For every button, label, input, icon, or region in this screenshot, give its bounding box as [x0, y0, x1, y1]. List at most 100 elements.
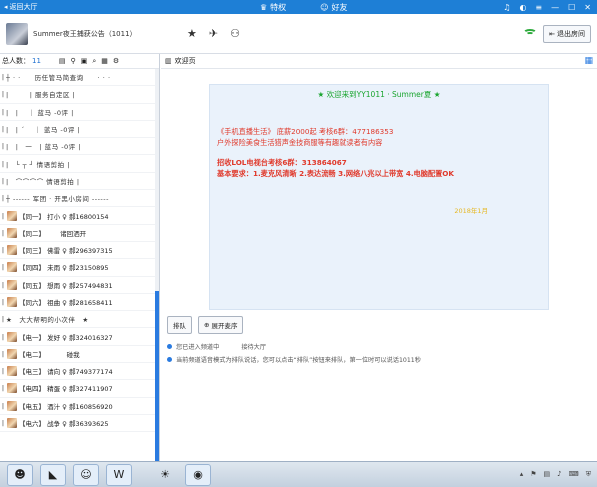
close-button[interactable]: ✕ — [584, 3, 591, 12]
search-icon[interactable]: ⌕ — [92, 57, 96, 66]
user-list-item[interactable]: | ★ 大大帮明的小次伴 ★ — [0, 311, 155, 329]
scrollbar-thumb[interactable] — [155, 291, 159, 461]
user-list-item-label: 【同六】 祖曲 ♀ 郝281658411 — [19, 299, 113, 307]
tray-flag-icon[interactable]: ⚑ — [530, 470, 536, 479]
taskbar-browser-icon[interactable]: ◣ — [40, 463, 66, 486]
tree-line-icon: | — [1, 401, 5, 410]
info-dot-icon — [167, 357, 172, 362]
tree-line-icon: | — [1, 246, 5, 255]
crown-icon: ♛ — [260, 2, 268, 12]
tree-line-icon: | — [1, 419, 5, 428]
message-channel: 接待大厅 — [241, 344, 267, 351]
user-list-item[interactable]: | 【电一】 发好 ♀ 郝324016327 — [0, 328, 155, 346]
lock-icon[interactable]: ▣ — [81, 57, 88, 66]
airplane-icon[interactable]: ✈ — [209, 27, 218, 40]
announcement-block-2: 招收LOL电视台考核6群：313864067 基本要求：1.麦克风清晰 2.表达… — [217, 157, 548, 179]
menu-icon[interactable]: ≡ — [535, 3, 542, 12]
nav-friends[interactable]: ☺ 好友 — [320, 2, 347, 13]
user-list-item-label: 【电四】 精蛋 ♀ 郝327411907 — [19, 385, 113, 394]
tray-network-icon[interactable]: ▤ — [544, 470, 551, 479]
expand-mic-order-label: 展开麦序 — [211, 322, 238, 330]
user-list-item[interactable]: | ┼ ------ 军团 · 开黑小房间 ------ — [0, 190, 155, 208]
tray-up-arrow-icon[interactable]: ▴ — [520, 470, 524, 479]
grid-icon[interactable]: ▦ — [101, 57, 108, 66]
settings-icon[interactable]: ⚙ — [113, 57, 119, 66]
user-avatar — [7, 383, 17, 394]
back-to-hall-button[interactable]: ◂ 返回大厅 — [0, 2, 120, 12]
list-view-icon[interactable]: ▤ — [59, 57, 66, 66]
user-list-item[interactable]: | 【电四】 精蛋 ♀ 郝327411907 — [0, 380, 155, 398]
exit-room-label: 退出房间 — [557, 29, 585, 38]
user-list-item-label: 【电二】 碰我 — [19, 350, 80, 359]
location-icon[interactable]: ⚲ — [71, 57, 76, 66]
user-list-item[interactable]: | | | ｜ 蓝马 -0评 | — [0, 104, 155, 121]
announcement-line: 户外探险美食生活猎声金技商服等有趣就读者有内容 — [217, 137, 383, 147]
user-list-item[interactable]: | 【电六】 战争 ♀ 郝36393625 — [0, 415, 155, 433]
user-list-item[interactable]: | 【同一】 打小 ♀ 郝16800154 — [0, 207, 155, 225]
skin-icon[interactable]: ◐ — [519, 3, 526, 12]
tray-shield-icon[interactable]: ⛨ — [586, 470, 591, 479]
user-list-item[interactable]: | 【同六】 祖曲 ♀ 郝281658411 — [0, 294, 155, 312]
user-list-item-label: 【同三】 佛雷 ♀ 郝296397315 — [19, 247, 113, 256]
wifi-signal-icon — [523, 28, 538, 39]
user-list-item[interactable]: | | ⌒⌒⌒⌒ 情语剪拍 | — [0, 173, 155, 191]
user-list-item[interactable]: | 【同五】 想雨 ♀ 郝257494831 — [0, 277, 155, 294]
user-avatar — [7, 297, 17, 307]
taskbar-yy-icon[interactable]: ◉ — [185, 463, 211, 486]
taskbar-chat-icon[interactable]: ☺ — [73, 463, 99, 486]
user-avatar — [7, 245, 17, 256]
message-text: 当前频道语音模式为排队说话，您可以点击“排队”按钮来排队，第一位时可以说话101… — [176, 357, 421, 364]
main-panel: ▥ 欢迎页 ▦ ★ 欢迎来到YY1011 · Summer夏 ★ 《手机直播生活… — [161, 54, 597, 461]
user-list-item[interactable]: | 【同二】 诸回洒开 — [0, 225, 155, 242]
user-list-item[interactable]: | 【同三】 佛雷 ♀ 郝296397315 — [0, 242, 155, 260]
user-list-item[interactable]: | 【电二】 碰我 — [0, 346, 155, 364]
tray-volume-icon[interactable]: ♪ — [557, 470, 561, 479]
announcement-board: ★ 欢迎来到YY1011 · Summer夏 ★ 《手机直播生活》 底薪2000… — [209, 84, 549, 310]
taskbar-mascot-icon[interactable]: ☀ — [152, 464, 178, 486]
tree-line-icon: | — [1, 367, 5, 376]
user-list-item[interactable]: | 【同四】 未雨 ♀ 郝23150895 — [0, 259, 155, 277]
tab-row: ▥ 欢迎页 ▦ — [161, 54, 597, 69]
tab-welcome[interactable]: ▥ 欢迎页 — [165, 56, 196, 66]
user-list-item[interactable]: | | └ ┬ ┘ 情语剪拍 | — [0, 155, 155, 173]
bell-icon[interactable]: ♫ — [503, 3, 510, 12]
user-list-item-label: 【同二】 诸回洒开 — [19, 229, 87, 238]
user-avatar — [7, 418, 17, 429]
announcement-line: 招收LOL电视台考核6群：313864067 — [217, 158, 347, 167]
nav-privilege[interactable]: ♛ 特权 — [260, 2, 286, 13]
info-dot-icon — [167, 344, 172, 349]
user-list-item[interactable]: | 【电三】 请向 ♀ 郝749377174 — [0, 363, 155, 381]
favorite-star-icon[interactable]: ★ — [187, 27, 197, 40]
user-list-item-label: 【同一】 打小 ♀ 郝16800154 — [19, 212, 109, 221]
user-list-item[interactable]: | 【电五】 酒汁 ♀ 郝160856920 — [0, 398, 155, 415]
room-avatar[interactable] — [6, 22, 28, 45]
user-list-item-label: 【同五】 想雨 ♀ 郝257494831 — [19, 281, 113, 290]
maximize-button[interactable]: ☐ — [568, 3, 575, 12]
announcement-line: 《手机直播生活》 底薪2000起 考核6群：477186353 — [217, 127, 394, 136]
system-messages: 您已进入频道中 接待大厅 当前频道语音模式为排队说话，您可以点击“排队”按钮来排… — [167, 340, 587, 366]
back-arrow-icon: ◂ — [4, 3, 8, 11]
user-avatar — [7, 279, 17, 290]
room-actions: ★ ✈ ⚇ — [187, 27, 240, 40]
minimize-button[interactable]: — — [551, 3, 559, 12]
user-list-scrollbar[interactable] — [155, 69, 159, 461]
user-list-item[interactable]: | ┼ · · 历任管马简查询 · · · — [0, 69, 155, 87]
exit-room-button[interactable]: ⇤ 退出房间 — [543, 24, 591, 43]
taskbar-app-icon[interactable]: ☻ — [7, 463, 33, 486]
expand-mic-order-button[interactable]: ⊕ 展开麦序 — [198, 316, 244, 334]
user-list-item[interactable]: | | | ´ ｜ 蓝马 -0评 | — [0, 121, 155, 139]
user-list-item-label: 【电五】 酒汁 ♀ 郝160856920 — [19, 402, 113, 411]
user-avatar — [7, 227, 17, 238]
user-list-item-label: | | 一 | 蓝马 -0评 | — [6, 143, 81, 152]
layout-grid-icon[interactable]: ▦ — [584, 56, 593, 66]
tray-keyboard-icon[interactable]: ⌨ — [569, 470, 579, 479]
add-friend-icon[interactable]: ⚇ — [230, 27, 240, 40]
user-list-item[interactable]: | | | 服务自定区 | — [0, 86, 155, 104]
queue-button[interactable]: 排队 — [167, 316, 192, 334]
taskbar-word-icon[interactable]: W — [106, 463, 132, 486]
user-count-label: 总人数： — [2, 57, 30, 65]
tree-line-icon: | — [1, 298, 5, 306]
user-list-item[interactable]: | | | 一 | 蓝马 -0评 | — [0, 138, 155, 156]
user-count-value: 11 — [32, 57, 41, 65]
os-taskbar: ☻ ◣ ☺ W ☀ ◉ ▴ ⚑ ▤ ♪ ⌨ ⛨ — [0, 461, 597, 487]
